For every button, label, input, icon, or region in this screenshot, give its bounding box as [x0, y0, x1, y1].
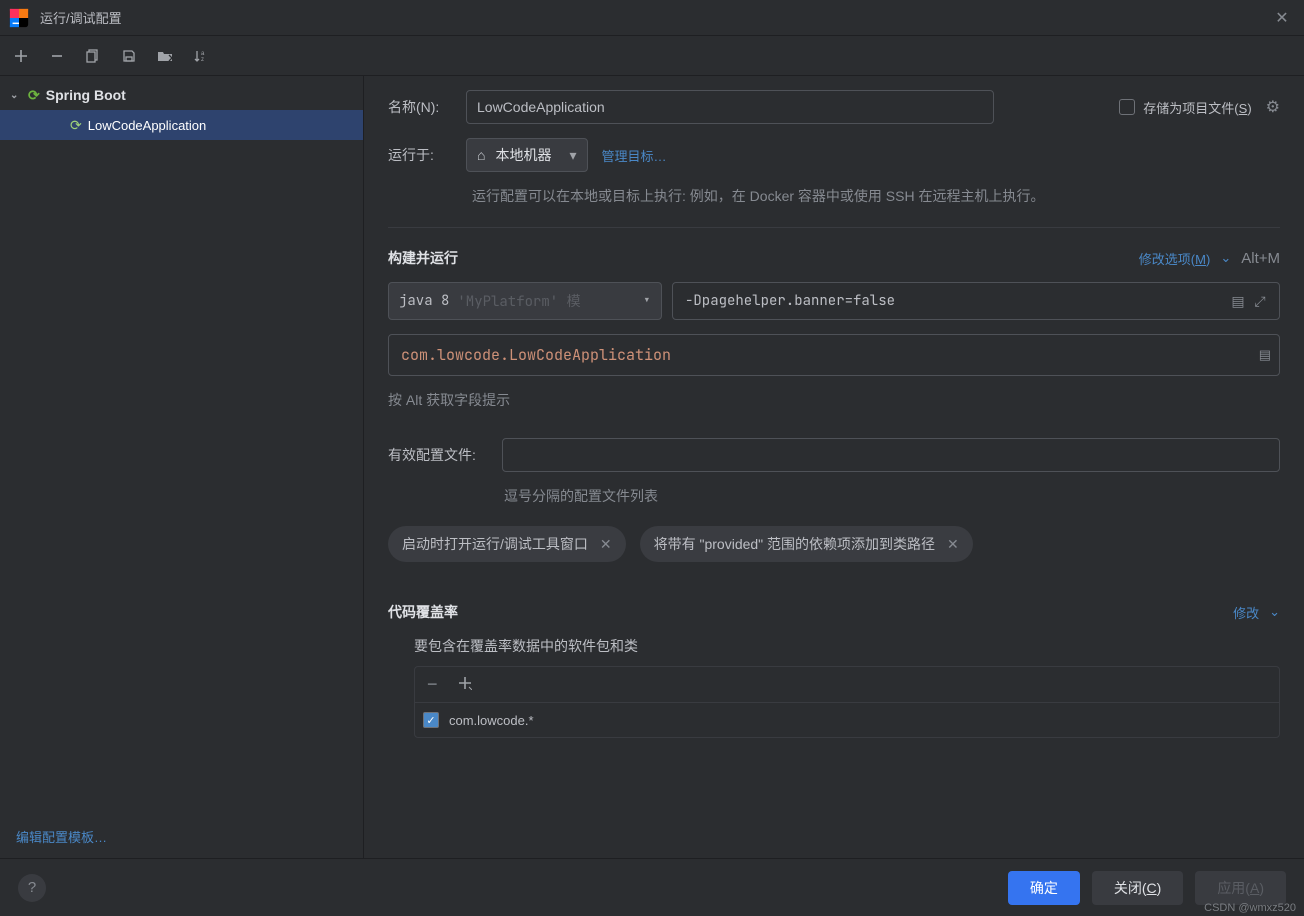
chevron-down-icon: ⌄: [1220, 250, 1231, 266]
chevron-down-icon: ▾: [569, 147, 576, 164]
gear-icon[interactable]: ⚙: [1266, 97, 1280, 117]
pill-label: 启动时打开运行/调试工具窗口: [402, 534, 588, 554]
list-icon[interactable]: ▤: [1227, 293, 1249, 310]
folder-icon[interactable]: [156, 47, 174, 65]
profiles-label: 有效配置文件:: [388, 445, 488, 465]
help-button[interactable]: ?: [18, 874, 46, 902]
build-run-title: 构建并运行: [388, 248, 458, 268]
option-pill-open-tool-window[interactable]: 启动时打开运行/调试工具窗口 ✕: [388, 526, 626, 562]
chevron-down-icon: ⌄: [1269, 604, 1280, 620]
list-icon[interactable]: ▤: [1259, 347, 1271, 363]
sort-icon[interactable]: az: [192, 47, 210, 65]
coverage-subtitle: 要包含在覆盖率数据中的软件包和类: [414, 636, 1280, 656]
checkbox-checked-icon[interactable]: ✓: [423, 712, 439, 728]
jdk-dropdown[interactable]: java 8 'MyPlatform' 模 ▾: [388, 282, 662, 320]
chevron-down-icon: ▾: [643, 292, 651, 310]
intellij-logo-icon: [8, 7, 30, 29]
remove-icon[interactable]: ✕: [947, 536, 959, 553]
home-icon: ⌂: [477, 147, 485, 163]
close-icon[interactable]: ✕: [1268, 8, 1296, 28]
remove-icon[interactable]: −: [427, 674, 438, 695]
config-sidebar: ⌄ ⟳ Spring Boot ⟳ LowCodeApplication 编辑配…: [0, 76, 364, 858]
window-title: 运行/调试配置: [40, 8, 1268, 27]
pill-label: 将带有 "provided" 范围的依赖项添加到类路径: [654, 534, 935, 554]
main-class-input[interactable]: com.lowcode.LowCodeApplication ▤: [388, 334, 1280, 376]
coverage-title: 代码覆盖率: [388, 602, 458, 622]
shortcut-hint: Alt+M: [1241, 250, 1280, 267]
close-button[interactable]: 关闭(C): [1092, 871, 1183, 905]
store-as-project-file[interactable]: 存储为项目文件(S): [1119, 98, 1251, 117]
run-target-description: 运行配置可以在本地或目标上执行: 例如，在 Docker 容器中或使用 SSH …: [472, 186, 1280, 207]
option-pill-provided-scope[interactable]: 将带有 "provided" 范围的依赖项添加到类路径 ✕: [640, 526, 973, 562]
remove-icon[interactable]: [48, 47, 66, 65]
tree-group-spring-boot[interactable]: ⌄ ⟳ Spring Boot: [0, 80, 363, 110]
store-label: 存储为项目文件(S): [1143, 98, 1251, 117]
run-on-label: 运行于:: [388, 145, 452, 165]
package-name: com.lowcode.*: [449, 713, 534, 728]
save-icon[interactable]: [120, 47, 138, 65]
spring-icon: ⟳: [28, 87, 40, 104]
manage-targets-link[interactable]: 管理目标…: [602, 146, 667, 165]
vm-options-value: -Dpagehelper.banner=false: [685, 292, 1227, 310]
coverage-packages-table: − ✓ com.lowcode.*: [414, 666, 1280, 738]
name-label: 名称(N):: [388, 97, 452, 117]
add-icon[interactable]: [458, 674, 472, 695]
jdk-value: java 8: [399, 292, 449, 310]
name-input[interactable]: [466, 90, 994, 124]
tree-group-label: Spring Boot: [46, 87, 126, 103]
remove-icon[interactable]: ✕: [600, 536, 612, 553]
coverage-modify-link[interactable]: 修改: [1233, 603, 1259, 622]
add-icon[interactable]: [12, 47, 30, 65]
package-row[interactable]: ✓ com.lowcode.*: [415, 703, 1279, 737]
watermark: CSDN @wmxz520: [1204, 902, 1296, 914]
vm-options-input[interactable]: -Dpagehelper.banner=false ▤ ⤢: [672, 282, 1280, 320]
ok-button[interactable]: 确定: [1008, 871, 1080, 905]
spring-icon: ⟳: [70, 117, 82, 134]
config-toolbar: az: [0, 36, 1304, 76]
edit-templates-link[interactable]: 编辑配置模板…: [16, 830, 107, 845]
titlebar: 运行/调试配置 ✕: [0, 0, 1304, 36]
checkbox-icon[interactable]: [1119, 99, 1135, 115]
tree-item-label: LowCodeApplication: [88, 118, 207, 133]
main-class-value: com.lowcode.LowCodeApplication: [401, 345, 1259, 365]
apply-button[interactable]: 应用(A): [1195, 871, 1286, 905]
profiles-hint: 逗号分隔的配置文件列表: [504, 486, 1280, 506]
dialog-footer: ? 确定 关闭(C) 应用(A): [0, 858, 1304, 916]
expand-icon[interactable]: ⤢: [1249, 293, 1271, 310]
run-target-value: 本地机器: [495, 145, 551, 165]
chevron-down-icon: ⌄: [10, 90, 22, 101]
modify-options-link[interactable]: 修改选项(M): [1139, 249, 1211, 268]
config-content: 名称(N): 存储为项目文件(S) ⚙ 运行于: ⌂ 本地机器 ▾ 管理目标… …: [364, 76, 1304, 858]
alt-hint: 按 Alt 获取字段提示: [388, 390, 1280, 410]
config-tree: ⌄ ⟳ Spring Boot ⟳ LowCodeApplication: [0, 76, 363, 815]
run-target-dropdown[interactable]: ⌂ 本地机器 ▾: [466, 138, 588, 172]
jdk-placeholder: 'MyPlatform' 模: [457, 291, 580, 311]
svg-text:z: z: [201, 57, 204, 63]
copy-icon[interactable]: [84, 47, 102, 65]
profiles-input[interactable]: [502, 438, 1280, 472]
divider: [388, 227, 1280, 228]
tree-item-lowcodeapplication[interactable]: ⟳ LowCodeApplication: [0, 110, 363, 140]
